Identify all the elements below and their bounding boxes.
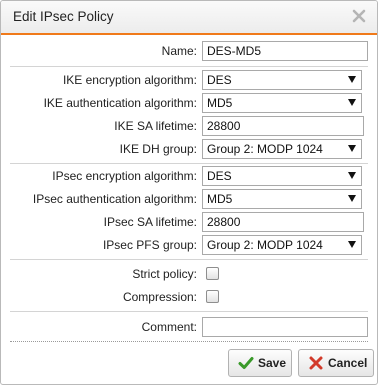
compression-checkbox[interactable]: [206, 290, 219, 303]
checkmark-icon: [238, 357, 254, 369]
ipsec-encryption-value: DES: [207, 169, 232, 183]
dropdown-arrow-icon: [348, 145, 356, 152]
ike-dh-group-row: IKE DH group: Group 2: MODP 1024: [1, 139, 377, 161]
ike-encryption-value: DES: [207, 73, 232, 87]
ipsec-encryption-row: IPsec encryption algorithm: DES: [1, 166, 377, 188]
ipsec-authentication-select[interactable]: MD5: [202, 189, 362, 209]
ike-encryption-label: IKE encryption algorithm:: [62, 73, 197, 87]
ike-encryption-row: IKE encryption algorithm: DES: [1, 70, 377, 92]
ike-sa-lifetime-label: IKE SA lifetime:: [114, 119, 197, 133]
strict-policy-checkbox[interactable]: [206, 267, 219, 280]
ike-sa-lifetime-input[interactable]: 28800: [202, 116, 364, 136]
name-label: Name:: [161, 44, 197, 58]
ipsec-sa-lifetime-label: IPsec SA lifetime:: [103, 215, 197, 229]
ipsec-sa-lifetime-input[interactable]: 28800: [202, 212, 364, 232]
ike-authentication-label: IKE authentication algorithm:: [43, 96, 197, 110]
cancel-button[interactable]: Cancel: [298, 349, 374, 377]
x-icon: [309, 356, 323, 370]
dialog-titlebar[interactable]: Edit IPsec Policy: [1, 1, 377, 35]
dialog-title: Edit IPsec Policy: [13, 9, 114, 24]
strict-policy-label: Strict policy:: [132, 267, 197, 281]
ipsec-authentication-label: IPsec authentication algorithm:: [32, 192, 197, 206]
footer-separator: [10, 341, 368, 342]
name-input[interactable]: DES-MD5: [202, 41, 368, 61]
close-icon[interactable]: [351, 8, 367, 24]
ike-dh-group-select[interactable]: Group 2: MODP 1024: [202, 139, 362, 159]
compression-row: Compression:: [1, 287, 377, 309]
dropdown-arrow-icon: [348, 241, 356, 248]
ipsec-sa-lifetime-row: IPsec SA lifetime: 28800: [1, 212, 377, 234]
comment-input[interactable]: [202, 317, 368, 337]
save-button[interactable]: Save: [228, 349, 292, 377]
ike-authentication-select[interactable]: MD5: [202, 93, 362, 113]
ike-authentication-value: MD5: [207, 96, 233, 110]
compression-label: Compression:: [122, 290, 197, 304]
separator: [10, 259, 368, 260]
ike-authentication-row: IKE authentication algorithm: MD5: [1, 93, 377, 115]
name-row: Name: DES-MD5: [1, 41, 377, 63]
separator: [10, 311, 368, 312]
comment-row: Comment:: [1, 317, 377, 339]
ipsec-encryption-select[interactable]: DES: [202, 166, 362, 186]
comment-label: Comment:: [141, 320, 197, 334]
ipsec-encryption-label: IPsec encryption algorithm:: [52, 169, 197, 183]
dropdown-arrow-icon: [348, 172, 356, 179]
ipsec-pfs-group-value: Group 2: MODP 1024: [207, 238, 323, 252]
save-button-label: Save: [258, 356, 287, 370]
cancel-button-label: Cancel: [328, 356, 368, 370]
separator: [10, 66, 368, 67]
strict-policy-row: Strict policy:: [1, 264, 377, 286]
dropdown-arrow-icon: [348, 195, 356, 202]
dropdown-arrow-icon: [348, 99, 356, 106]
ipsec-authentication-row: IPsec authentication algorithm: MD5: [1, 189, 377, 211]
dropdown-arrow-icon: [348, 76, 356, 83]
ipsec-authentication-value: MD5: [207, 192, 233, 206]
ike-dh-group-label: IKE DH group:: [119, 142, 197, 156]
ike-sa-lifetime-row: IKE SA lifetime: 28800: [1, 116, 377, 138]
ike-dh-group-value: Group 2: MODP 1024: [207, 142, 323, 156]
ike-encryption-select[interactable]: DES: [202, 70, 362, 90]
ipsec-pfs-group-select[interactable]: Group 2: MODP 1024: [202, 235, 362, 255]
ipsec-pfs-group-row: IPsec PFS group: Group 2: MODP 1024: [1, 235, 377, 257]
edit-ipsec-policy-dialog: Edit IPsec Policy Name: DES-MD5 IKE encr…: [0, 0, 378, 385]
separator: [10, 163, 368, 164]
ipsec-pfs-group-label: IPsec PFS group:: [102, 238, 197, 252]
